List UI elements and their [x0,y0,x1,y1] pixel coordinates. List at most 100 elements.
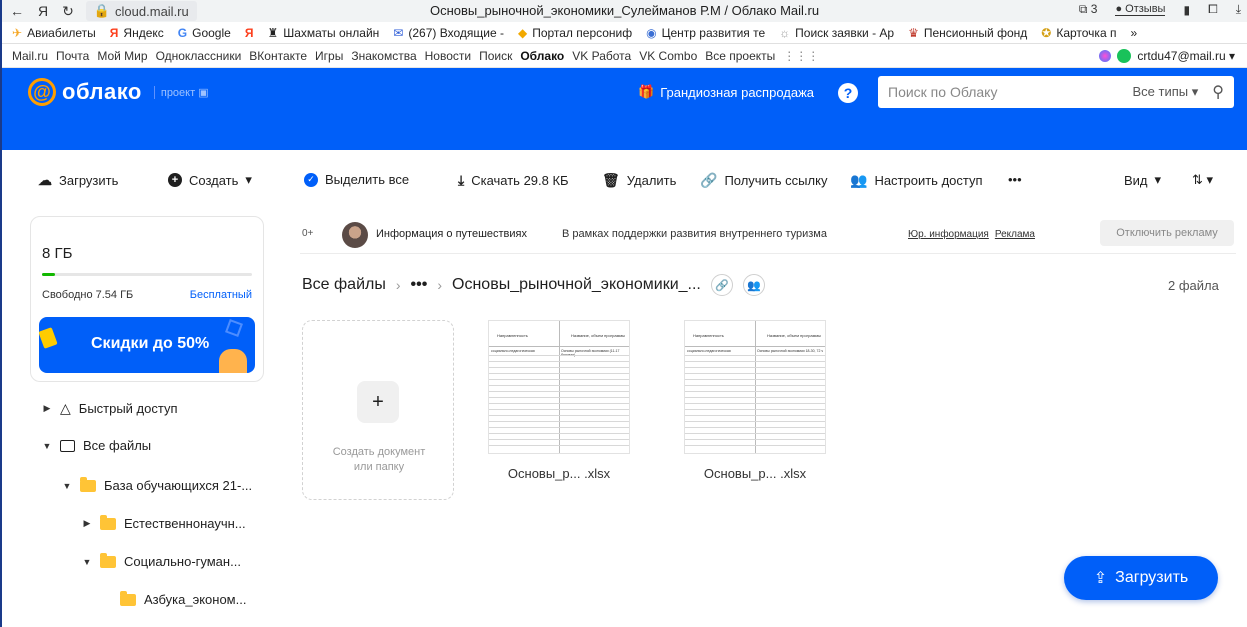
portal-link[interactable]: Mail.ru [12,49,48,63]
more-button[interactable]: ••• [1008,172,1022,187]
bookmark-yandex[interactable]: Я Яндекс [110,26,164,40]
ad-text[interactable]: В рамках поддержки развития внутреннего … [562,228,827,240]
grid-icon[interactable]: ⋮⋮⋮ [783,49,819,63]
sidebar-item-folder[interactable]: ▼ Социально-гуман... [82,552,241,569]
delete-button[interactable]: 🗑 Удалить [602,172,676,189]
access-button[interactable]: 👥 Настроить доступ [850,172,983,189]
get-link-button[interactable]: 🔗 Получить ссылку [700,172,827,189]
legal-info-link[interactable]: Юр. информация [908,229,989,240]
sidebar-item-all-files[interactable]: ▼ Все файлы [42,438,152,453]
portal-link[interactable]: ВКонтакте [249,49,307,63]
portal-link[interactable]: VK Работа [572,49,631,63]
bookmark-card[interactable]: ✪ Карточка п [1041,26,1116,40]
toolbar: ☁ Загрузить + Создать ▾ ✓ Выделить все ⤓… [2,150,1247,210]
ad-links: Юр. информация Реклама [908,229,1035,240]
portal-link[interactable]: Поиск [479,49,512,63]
storage-plan-link[interactable]: Бесплатный [190,289,252,301]
thumb-grid-line [685,445,825,446]
bookmark-chess[interactable]: ♜ Шахматы онлайн [267,26,379,40]
back-icon[interactable]: ← [10,3,24,19]
floating-upload-button[interactable]: ⇪ Загрузить [1064,556,1218,600]
chevron-right-icon[interactable]: ▶ [42,403,52,414]
chevron-down-icon[interactable]: ▼ [82,557,92,567]
ad-avatar[interactable] [342,222,368,248]
reload-icon[interactable]: ↻ [62,3,74,20]
create-document-card[interactable]: + Создать документ или папку [302,320,454,500]
view-button[interactable]: Вид ▾ [1124,172,1161,188]
thumb-grid-line [685,355,825,356]
address-bar[interactable]: 🔒 cloud.mail.ru [85,1,197,21]
portal-link[interactable]: VK Combo [639,49,697,63]
sort-button[interactable]: ⇅ ▾ [1192,172,1213,188]
create-button[interactable]: + Создать ▾ [168,172,252,188]
thumb-grid-line [489,391,629,392]
bookmark-google[interactable]: G Google [178,26,231,40]
ad-title[interactable]: Информация о путешествиях [376,228,527,240]
chevron-down-icon[interactable]: ▼ [42,441,52,451]
upload-button[interactable]: ☁ Загрузить [38,172,118,189]
user-menu[interactable]: crtdu47@mail.ru ▾ [1099,49,1235,63]
search-icon[interactable]: ⚲ [1212,82,1224,102]
share-link-icon[interactable]: 🔗 [710,274,733,296]
ad-label-link[interactable]: Реклама [995,229,1035,240]
bookmark-avia[interactable]: ✈ Авиабилеты [12,26,96,40]
chevron-right-icon[interactable]: ▶ [82,518,92,529]
portal-link[interactable]: Игры [315,49,343,63]
bookmark-icon[interactable]: ▮ [1183,3,1190,17]
cloud-logo[interactable]: @ облако проект ▣ [28,78,209,106]
folder-outline-icon [60,439,75,452]
select-all-button[interactable]: ✓ Выделить все [304,172,409,187]
portal-link[interactable]: Мой Мир [97,49,147,63]
bookmark-inbox[interactable]: ✉ (267) Входящие - [393,26,504,40]
search-box[interactable]: Поиск по Облаку Все типы ▾ ⚲ [878,76,1234,108]
thumb-grid-line [489,397,629,398]
thumb-grid-line [685,415,825,416]
banner-decoration [39,327,58,349]
bookmark-label: Пенсионный фонд [923,25,1028,40]
portal-link[interactable]: Одноклассники [156,49,242,63]
bookmarks-overflow[interactable]: » [1130,26,1137,40]
breadcrumb-more[interactable]: ••• [411,276,428,294]
search-input[interactable]: Поиск по Облаку [888,84,1133,100]
bookmark-pension[interactable]: ♛ Пенсионный фонд [908,26,1027,40]
feedback-button[interactable]: ● Отзывы [1115,3,1166,16]
ad-strip: 0+ Информация о путешествиях В рамках по… [300,214,1236,254]
floating-upload-label: Загрузить [1115,569,1189,586]
sidebar-item-folder[interactable]: ▶ Естественнонаучн... [82,514,246,531]
bookmark-yandex-2[interactable]: Я [245,26,254,40]
tabs-counter[interactable]: ⧉ 3 [1079,2,1098,17]
bookmark-center[interactable]: ◉ Центр развития те [646,26,765,40]
plus-icon[interactable]: + [357,381,399,423]
thumb-grid-line [685,391,825,392]
download-button[interactable]: ⤓ Скачать 29.8 КБ [458,172,569,189]
spreadsheet-thumbnail: Направленность Название, объем программы… [684,320,826,454]
file-card[interactable]: Направленность Название, объем программы… [474,312,634,492]
portal-link[interactable]: Почта [56,49,89,63]
help-icon[interactable]: ? [838,83,858,103]
sidebar-item-folder[interactable]: ▼ База обучающихся 21-... [62,476,252,493]
portal-link[interactable]: Знакомства [351,49,416,63]
portal-link-active[interactable]: Облако [520,49,564,63]
sidebar-item-quick-access[interactable]: ▶ △ Быстрый доступ [42,400,178,417]
download-icon[interactable]: ⤓ [1236,2,1241,17]
disable-ads-button[interactable]: Отключить рекламу [1100,220,1234,246]
sidebar-item-folder[interactable]: Азбука_эконом... [120,590,246,607]
sale-banner[interactable]: Скидки до 50% [39,317,255,373]
bookmark-search[interactable]: ☼ Поиск заявки - Ар [779,26,894,40]
extensions-icon[interactable]: ⧠ [1208,2,1218,17]
thumb-grid-line [685,367,825,368]
portal-link[interactable]: Все проекты [705,49,775,63]
share-users-icon[interactable]: 👥 [742,274,765,296]
file-card[interactable]: Направленность Название, объем программы… [670,312,830,492]
promo-link[interactable]: 🎁 Грандиозная распродажа [638,84,814,100]
breadcrumb-root[interactable]: Все файлы [302,276,386,294]
yandex-icon[interactable]: Я [38,3,48,19]
file-type-select[interactable]: Все типы ▾ [1133,84,1199,100]
thumb-grid-line [685,421,825,422]
chevron-down-icon[interactable]: ▼ [62,481,72,491]
portal-link[interactable]: Новости [425,49,471,63]
create-label: Создать [189,172,239,188]
download-icon: ⤓ [458,172,465,188]
bookmark-portal[interactable]: ◆ Портал персониф [518,26,632,40]
chevron-right-icon: › [395,277,401,293]
